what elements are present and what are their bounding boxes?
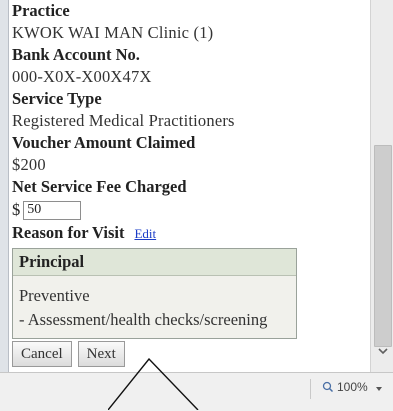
practice-value: KWOK WAI MAN Clinic (1)	[12, 23, 214, 42]
zoom-level: 100%	[337, 380, 368, 394]
practice-label: Practice	[12, 1, 70, 20]
service-type-value: Registered Medical Practitioners	[12, 111, 235, 130]
reason-for-visit-label: Reason for Visit	[12, 223, 125, 242]
voucher-amount-label: Voucher Amount Claimed	[12, 133, 196, 152]
cancel-button[interactable]: Cancel	[12, 341, 72, 367]
reason-subcategory: - Assessment/health checks/screening	[19, 310, 268, 329]
reason-for-visit-row: Reason for Visit Edit	[12, 222, 362, 245]
reason-category: Preventive	[19, 286, 90, 305]
voucher-amount-value: $200	[12, 155, 46, 174]
claim-details-panel: Practice KWOK WAI MAN Clinic (1) Bank Ac…	[12, 0, 362, 372]
bank-account-value: 000-X0X-X00X47X	[12, 67, 152, 86]
principal-header: Principal	[13, 249, 296, 276]
window-left-edge	[0, 0, 9, 372]
scroll-down-arrow-icon[interactable]	[376, 344, 390, 358]
vertical-scrollbar[interactable]	[370, 0, 393, 372]
callout-pointer-icon	[108, 358, 199, 410]
reason-for-visit-box: Principal Preventive - Assessment/health…	[12, 248, 297, 339]
net-service-fee-input[interactable]	[23, 200, 82, 220]
zoom-magnifier-icon	[322, 381, 334, 393]
edit-reason-link[interactable]: Edit	[134, 223, 156, 245]
zoom-control[interactable]: 100%	[322, 380, 368, 394]
scrollbar-thumb[interactable]	[374, 145, 392, 347]
service-type-label: Service Type	[12, 89, 102, 108]
net-service-fee-row: $	[12, 198, 362, 222]
bank-account-label: Bank Account No.	[12, 45, 140, 64]
zoom-dropdown-icon[interactable]	[376, 387, 382, 391]
currency-symbol: $	[12, 200, 21, 219]
net-service-fee-label: Net Service Fee Charged	[12, 177, 187, 196]
reason-details: Preventive - Assessment/health checks/sc…	[13, 276, 296, 338]
